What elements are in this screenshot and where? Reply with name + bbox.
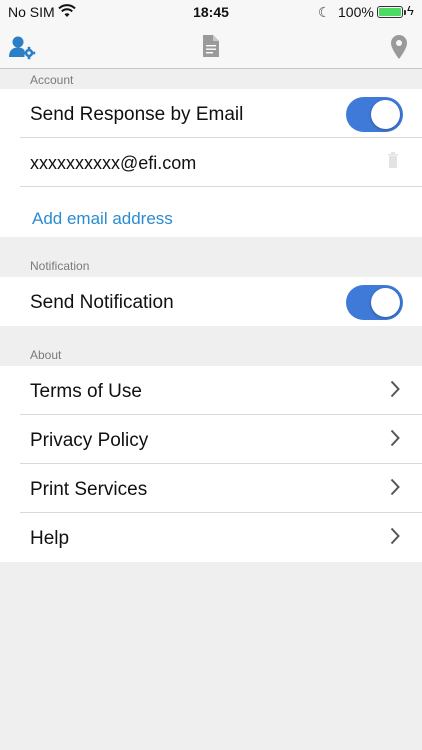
send-notification-row: Send Notification xyxy=(0,277,422,326)
section-title: About xyxy=(30,348,62,362)
print-services-row[interactable]: Print Services xyxy=(0,464,422,513)
battery-icon xyxy=(377,6,406,18)
location-pin-icon[interactable] xyxy=(391,35,407,59)
document-icon[interactable] xyxy=(203,35,219,57)
top-toolbar xyxy=(0,26,422,69)
battery-percent: 100% xyxy=(338,4,374,20)
user-settings-icon[interactable] xyxy=(8,35,36,61)
account-section-header: Account xyxy=(0,69,422,89)
notification-section-header: Notification xyxy=(0,237,422,277)
terms-of-use-label: Terms of Use xyxy=(30,381,142,402)
about-section-header: About xyxy=(0,326,422,366)
chevron-right-icon xyxy=(390,380,400,398)
email-address: xxxxxxxxxx@efi.com xyxy=(30,153,197,173)
email-row: xxxxxxxxxx@efi.com xyxy=(0,138,422,187)
privacy-policy-label: Privacy Policy xyxy=(30,430,149,451)
help-row[interactable]: Help xyxy=(0,513,422,562)
send-response-toggle[interactable] xyxy=(346,97,403,132)
chevron-right-icon xyxy=(390,478,400,496)
send-response-row: Send Response by Email xyxy=(0,89,422,138)
section-title: Account xyxy=(30,73,74,87)
charging-icon: ϟ xyxy=(407,3,414,18)
print-services-label: Print Services xyxy=(30,479,148,500)
privacy-policy-row[interactable]: Privacy Policy xyxy=(0,415,422,464)
send-notification-label: Send Notification xyxy=(30,292,174,313)
add-email-link[interactable]: Add email address xyxy=(32,209,173,229)
add-email-row[interactable]: Add email address xyxy=(0,187,422,237)
status-bar: No SIM 18:45 ☾ 100% ϟ xyxy=(0,0,422,26)
chevron-right-icon xyxy=(390,527,400,545)
section-title: Notification xyxy=(30,259,90,273)
send-notification-toggle[interactable] xyxy=(346,285,403,320)
do-not-disturb-icon: ☾ xyxy=(318,4,331,20)
trash-icon[interactable] xyxy=(388,152,398,168)
help-label: Help xyxy=(30,528,70,549)
chevron-right-icon xyxy=(390,429,400,447)
send-response-label: Send Response by Email xyxy=(30,104,244,125)
terms-of-use-row[interactable]: Terms of Use xyxy=(0,366,422,415)
